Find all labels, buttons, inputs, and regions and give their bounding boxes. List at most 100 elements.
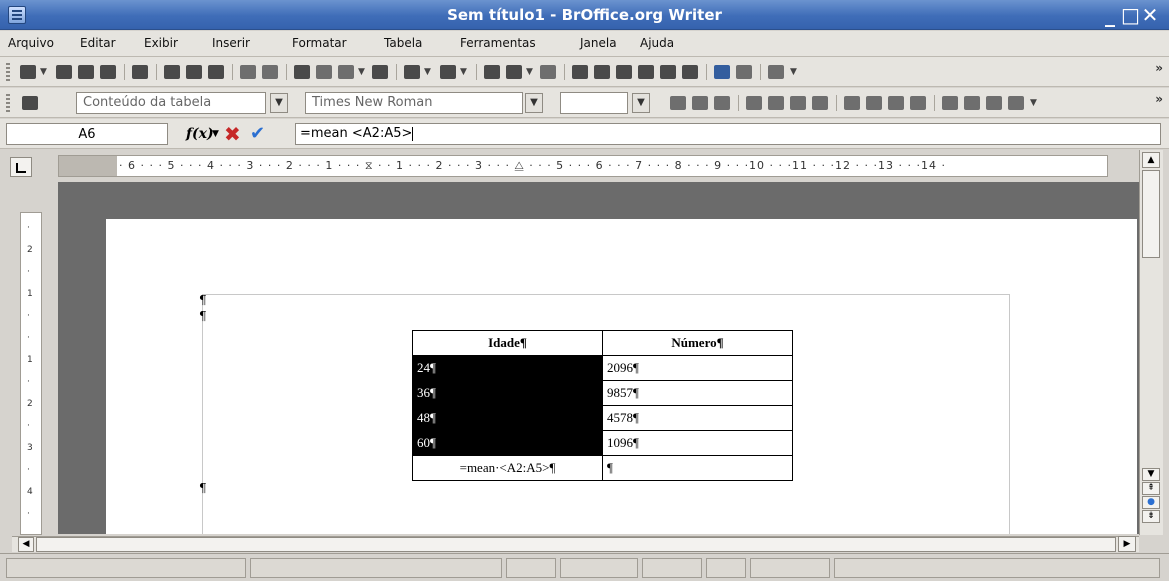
print-icon[interactable]	[186, 65, 202, 79]
chevron-down-icon[interactable]: ▼	[1030, 98, 1037, 108]
underline-icon[interactable]	[714, 96, 730, 110]
menu-tabela[interactable]: Tabela	[384, 36, 422, 50]
format-paintbrush-icon[interactable]	[372, 65, 388, 79]
document-table[interactable]: Idade¶ Número¶ 24¶ 2096¶ 36¶ 9857¶ 48¶ 4…	[412, 330, 793, 481]
copy-icon[interactable]	[316, 65, 332, 79]
table-cell-selected[interactable]: 36¶	[412, 380, 603, 406]
export-pdf-icon[interactable]	[164, 65, 180, 79]
paste-icon[interactable]	[338, 65, 354, 79]
table-cell-selected[interactable]: 48¶	[412, 405, 603, 431]
hyperlink-icon[interactable]	[484, 65, 500, 79]
bullets-icon[interactable]	[866, 96, 882, 110]
next-page-icon[interactable]: ⇟	[1142, 510, 1160, 523]
scroll-thumb[interactable]	[1142, 170, 1160, 258]
table-cell-selected[interactable]: 24¶	[412, 355, 603, 381]
save-icon[interactable]	[78, 65, 94, 79]
toolbar-grip[interactable]	[6, 94, 10, 112]
table-icon[interactable]	[506, 65, 522, 79]
align-right-icon[interactable]	[790, 96, 806, 110]
help-icon[interactable]	[714, 65, 730, 79]
font-name-combo[interactable]: Times New Roman	[305, 92, 523, 114]
zoom-icon[interactable]	[682, 65, 698, 79]
chevron-down-icon[interactable]: ▼	[212, 129, 219, 139]
previous-page-icon[interactable]: ⇞	[1142, 482, 1160, 495]
scroll-thumb[interactable]	[36, 537, 1116, 552]
table-cell[interactable]: 2096¶	[602, 355, 793, 381]
menu-ferramentas[interactable]: Ferramentas	[460, 36, 536, 50]
horizontal-scrollbar[interactable]: ◀	[12, 536, 1139, 552]
font-size-dropdown-icon[interactable]: ▼	[632, 93, 650, 113]
minimize-icon[interactable]: _	[1101, 3, 1121, 27]
scroll-down-icon[interactable]: ▼	[1142, 468, 1160, 481]
chevron-down-icon[interactable]: ▼	[790, 67, 797, 77]
paragraph-style-dropdown-icon[interactable]: ▼	[270, 93, 288, 113]
find-replace-icon[interactable]	[572, 65, 588, 79]
table-cell-formula[interactable]: =mean·<A2:A5>¶	[412, 455, 603, 481]
open-icon[interactable]	[56, 65, 72, 79]
toolbar-overflow-icon[interactable]: »	[1155, 61, 1163, 75]
chevron-down-icon[interactable]: ▼	[40, 67, 47, 77]
menu-exibir[interactable]: Exibir	[144, 36, 178, 50]
spellcheck-icon[interactable]	[240, 65, 256, 79]
table-toolbar-icon[interactable]	[768, 65, 784, 79]
highlight-icon[interactable]	[964, 96, 980, 110]
menu-formatar[interactable]: Formatar	[292, 36, 347, 50]
email-icon[interactable]	[100, 65, 116, 79]
scroll-left-icon[interactable]: ◀	[18, 537, 34, 552]
formatting-marks-icon[interactable]	[660, 65, 676, 79]
horizontal-ruler[interactable]: · 6 · · · 5 · · · 4 · · · 3 · · · 2 · · …	[58, 155, 1108, 177]
vertical-scrollbar[interactable]: ▲ ▼ ⇞ ● ⇟	[1139, 150, 1163, 535]
chevron-down-icon[interactable]: ▼	[358, 67, 365, 77]
table-cell[interactable]: 9857¶	[602, 380, 793, 406]
numbering-icon[interactable]	[844, 96, 860, 110]
increase-indent-icon[interactable]	[910, 96, 926, 110]
menu-janela[interactable]: Janela	[580, 36, 617, 50]
menu-arquivo[interactable]: Arquivo	[8, 36, 54, 50]
borders-icon[interactable]	[1008, 96, 1024, 110]
cut-icon[interactable]	[294, 65, 310, 79]
show-draw-functions-icon[interactable]	[540, 65, 556, 79]
scroll-right-icon[interactable]: ▶	[1118, 536, 1136, 552]
formula-input[interactable]: =mean <A2:A5>	[295, 123, 1161, 145]
accept-icon[interactable]: ✔	[250, 123, 265, 144]
page-preview-icon[interactable]	[208, 65, 224, 79]
redo-icon[interactable]	[440, 65, 456, 79]
cancel-icon[interactable]: ✖	[224, 122, 241, 146]
table-header-cell[interactable]: Número¶	[602, 330, 793, 356]
font-color-icon[interactable]	[942, 96, 958, 110]
tab-stop-type-icon[interactable]	[10, 157, 32, 177]
autospellcheck-icon[interactable]	[262, 65, 278, 79]
document-area[interactable]: ¶ ¶ ¶ Idade¶ Número¶ 24¶ 2096¶ 36¶ 9857¶…	[58, 182, 1139, 534]
undo-icon[interactable]	[404, 65, 420, 79]
italic-icon[interactable]	[692, 96, 708, 110]
data-sources-icon[interactable]	[638, 65, 654, 79]
new-document-icon[interactable]	[20, 65, 36, 79]
chevron-down-icon[interactable]: ▼	[526, 67, 533, 77]
document-page[interactable]: ¶ ¶ ¶ Idade¶ Número¶ 24¶ 2096¶ 36¶ 9857¶…	[106, 219, 1137, 534]
menu-inserir[interactable]: Inserir	[212, 36, 250, 50]
table-cell-selected[interactable]: 60¶	[412, 430, 603, 456]
whats-this-icon[interactable]	[736, 65, 752, 79]
font-size-combo[interactable]	[560, 92, 628, 114]
align-center-icon[interactable]	[768, 96, 784, 110]
navigation-icon[interactable]: ●	[1142, 496, 1160, 509]
bold-icon[interactable]	[670, 96, 686, 110]
menu-ajuda[interactable]: Ajuda	[640, 36, 674, 50]
maximize-icon[interactable]: □	[1121, 3, 1141, 27]
menu-editar[interactable]: Editar	[80, 36, 116, 50]
font-name-dropdown-icon[interactable]: ▼	[525, 93, 543, 113]
table-cell[interactable]: ¶	[602, 455, 793, 481]
table-cell[interactable]: 4578¶	[602, 405, 793, 431]
navigator-icon[interactable]	[594, 65, 610, 79]
scroll-up-icon[interactable]: ▲	[1142, 152, 1160, 168]
table-cell[interactable]: 1096¶	[602, 430, 793, 456]
chevron-down-icon[interactable]: ▼	[460, 67, 467, 77]
background-color-icon[interactable]	[986, 96, 1002, 110]
toolbar-overflow-icon[interactable]: »	[1155, 92, 1163, 106]
close-icon[interactable]: ✕	[1141, 3, 1161, 27]
table-header-cell[interactable]: Idade¶	[412, 330, 603, 356]
vertical-ruler[interactable]: · 2 · 1 · · 1 · 2 · 3 · 4 ·	[20, 212, 42, 535]
align-left-icon[interactable]	[746, 96, 762, 110]
decrease-indent-icon[interactable]	[888, 96, 904, 110]
styles-formatting-icon[interactable]	[22, 96, 38, 110]
